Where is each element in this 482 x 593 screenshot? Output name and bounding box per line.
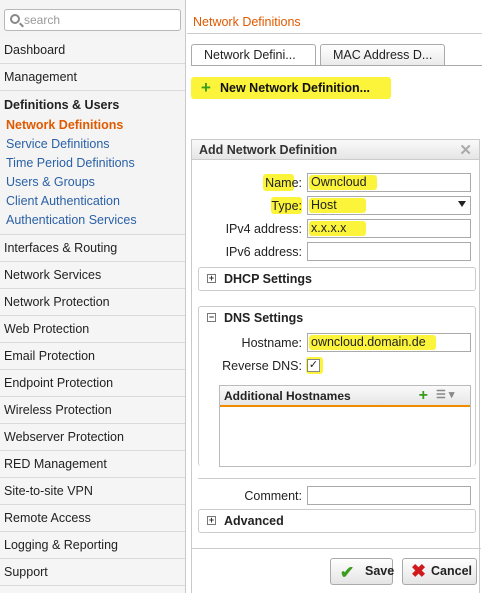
sidebar-item[interactable]: Email Protection <box>0 343 185 370</box>
sidebar-item[interactable]: Dashboard <box>0 37 185 64</box>
comment-row: Comment: <box>192 486 481 506</box>
plus-icon: + <box>201 78 211 97</box>
additional-hostnames-title: Additional Hostnames <box>224 389 351 403</box>
sidebar-item[interactable]: Management <box>0 64 185 91</box>
dhcp-settings-section: + DHCP Settings <box>198 267 476 291</box>
new-button-label: New Network Definition... <box>220 81 371 95</box>
dns-settings-title: DNS Settings <box>224 311 304 325</box>
comment-label: Comment: <box>244 489 302 503</box>
ipv4-field[interactable]: x.x.x.x <box>307 219 471 238</box>
dialog-title: Add Network Definition <box>199 143 338 157</box>
page-header: Network Definitions <box>187 10 482 34</box>
cancel-button[interactable]: ✖ Cancel <box>402 558 477 585</box>
advanced-header[interactable]: + Advanced <box>199 510 475 532</box>
sidebar-subitem[interactable]: Time Period Definitions <box>0 154 185 173</box>
dns-settings-header[interactable]: − DNS Settings <box>199 307 475 329</box>
sidebar-item[interactable]: Logging & Reporting <box>0 532 185 559</box>
advanced-section: + Advanced <box>198 509 476 533</box>
hostname-value: owncloud.domain.de <box>311 335 426 349</box>
sidebar-item[interactable]: RED Management <box>0 451 185 478</box>
sidebar-item[interactable]: Endpoint Protection <box>0 370 185 397</box>
ipv6-field[interactable] <box>307 242 471 261</box>
sidebar-item[interactable]: Site-to-site VPN <box>0 478 185 505</box>
name-field[interactable]: Owncloud <box>307 173 471 192</box>
expand-icon[interactable]: + <box>207 274 216 283</box>
new-network-definition-button[interactable]: + New Network Definition... <box>191 77 391 99</box>
section-divider <box>198 478 476 479</box>
sidebar-subitem[interactable]: Authentication Services <box>0 211 185 230</box>
collapse-icon[interactable]: − <box>207 313 216 322</box>
save-button[interactable]: ✔ Save <box>330 558 395 585</box>
sidebar: search Dashboard Management Definitions & … <box>0 0 186 593</box>
search-icon <box>10 14 20 24</box>
comment-field[interactable] <box>307 486 471 505</box>
ipv6-row: IPv6 address: <box>192 242 481 262</box>
type-select[interactable]: Host <box>307 196 471 215</box>
list-menu-icon[interactable]: ☰ ▾ <box>436 390 464 402</box>
sidebar-group-title[interactable]: Definitions & Users <box>0 97 185 113</box>
tab-divider <box>191 65 482 66</box>
sidebar-item[interactable]: Log off <box>0 586 185 593</box>
cancel-label: Cancel <box>431 564 472 578</box>
type-label: Type: <box>271 199 302 213</box>
ipv4-row: IPv4 address: x.x.x.x <box>192 219 481 239</box>
close-icon[interactable]: ✕ <box>459 141 472 161</box>
tab-network-definitions[interactable]: Network Defini... <box>191 44 316 66</box>
advanced-title: Advanced <box>224 514 284 528</box>
dhcp-settings-title: DHCP Settings <box>224 272 312 286</box>
cancel-icon: ✖ <box>411 561 427 581</box>
search-input[interactable]: search <box>4 9 181 31</box>
ipv4-label: IPv4 address: <box>225 222 302 236</box>
name-row: Name: Owncloud <box>192 173 481 193</box>
additional-hostnames-box: Additional Hostnames + ☰ ▾ <box>219 385 471 467</box>
nav-menu: Dashboard Management Definitions & Users Ne… <box>0 37 185 593</box>
type-row: Type: Host <box>192 196 481 216</box>
name-value: Owncloud <box>311 175 367 189</box>
additional-hostnames-header: Additional Hostnames + ☰ ▾ <box>220 386 470 407</box>
add-network-definition-dialog: Add Network Definition ✕ Name: Owncloud … <box>191 139 481 593</box>
save-label: Save <box>365 564 395 578</box>
page-title: Network Definitions <box>193 15 301 29</box>
search-placeholder: search <box>24 13 61 27</box>
hostname-row: Hostname: owncloud.domain.de <box>192 333 481 353</box>
app-window: search Dashboard Management Definitions & … <box>0 0 482 593</box>
tab-mac-address-definitions[interactable]: MAC Address D... <box>320 44 445 66</box>
reverse-dns-label: Reverse DNS: <box>222 359 302 373</box>
ipv4-value: x.x.x.x <box>311 221 347 235</box>
sidebar-item[interactable]: Network Services <box>0 262 185 289</box>
expand-icon[interactable]: + <box>207 516 216 525</box>
sidebar-subitem[interactable]: Service Definitions <box>0 135 185 154</box>
sidebar-item[interactable]: Remote Access <box>0 505 185 532</box>
sidebar-subitem[interactable]: Client Authentication <box>0 192 185 211</box>
sidebar-item[interactable]: Support <box>0 559 185 586</box>
sidebar-group-definitions-users: Definitions & Users Network Definitions Se… <box>0 91 185 235</box>
name-label: Name: <box>265 176 302 190</box>
dhcp-settings-header[interactable]: + DHCP Settings <box>199 268 475 290</box>
dialog-title-bar: Add Network Definition ✕ <box>192 140 479 160</box>
sidebar-item[interactable]: Interfaces & Routing <box>0 235 185 262</box>
sidebar-subitem[interactable]: Network Definitions <box>0 116 185 135</box>
sidebar-item[interactable]: Wireless Protection <box>0 397 185 424</box>
sidebar-subitem[interactable]: Users & Groups <box>0 173 185 192</box>
sidebar-item[interactable]: Network Protection <box>0 289 185 316</box>
add-icon[interactable]: + <box>419 386 428 406</box>
hostname-field[interactable]: owncloud.domain.de <box>307 333 471 352</box>
sidebar-item[interactable]: Webserver Protection <box>0 424 185 451</box>
chevron-down-icon <box>458 201 466 207</box>
footer-divider <box>192 548 481 549</box>
ipv6-label: IPv6 address: <box>225 245 302 259</box>
checkmark-icon: ✔ <box>340 563 355 582</box>
hostname-label: Hostname: <box>241 336 302 350</box>
type-value: Host <box>311 198 337 212</box>
sidebar-item[interactable]: Web Protection <box>0 316 185 343</box>
